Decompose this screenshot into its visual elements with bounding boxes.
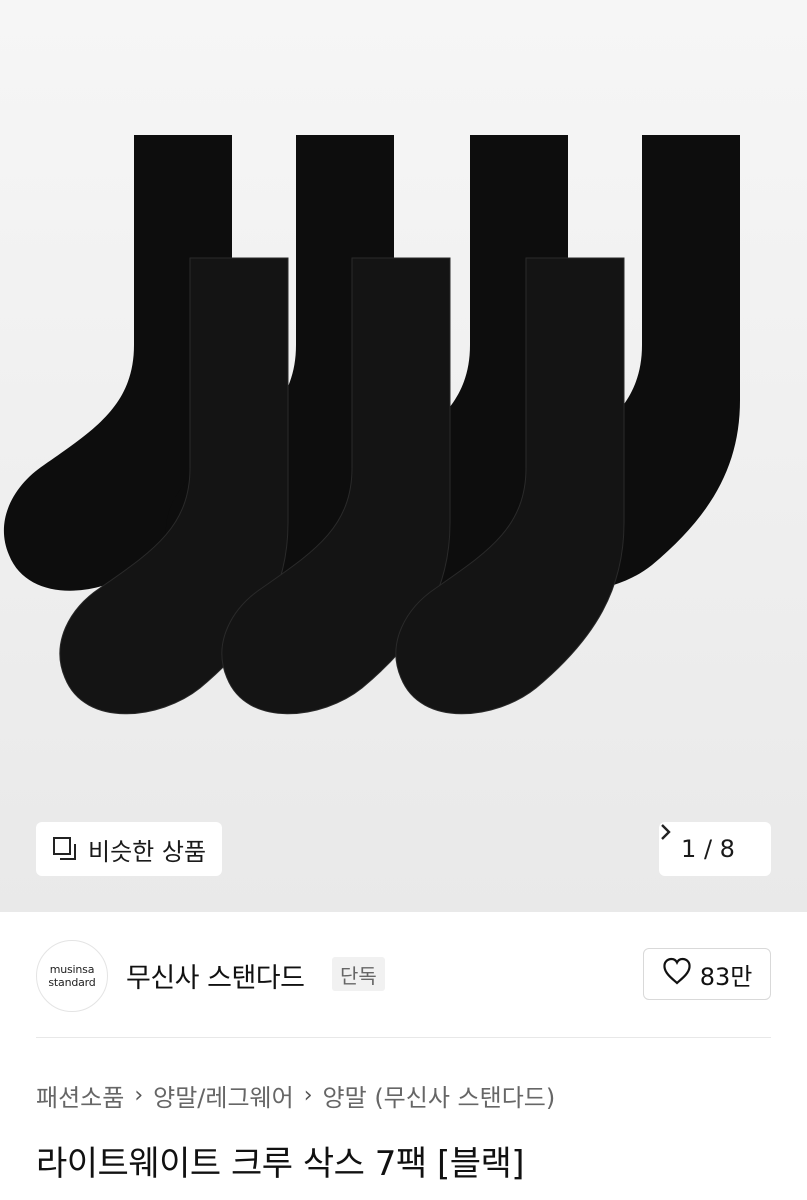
breadcrumb-item-socks-brand[interactable]: 양말 (무신사 스탠다드) [323,1078,556,1113]
exclusive-badge: 단독 [332,957,385,991]
product-title: 라이트웨이트 크루 삭스 7팩 [블랙] [36,1144,525,1184]
brand-name-link[interactable]: 무신사 스탠다드 [126,956,305,995]
divider [36,1037,771,1038]
brand-logo-line2: standard [48,976,96,989]
similar-products-icon [52,836,78,862]
brand-logo[interactable]: musinsa standard [36,940,108,1012]
brand-logo-line1: musinsa [49,963,95,976]
product-image [3,135,740,715]
chevron-right-icon: › [134,1083,144,1108]
product-image-gallery[interactable]: 비슷한 상품 1 / 8 [0,0,807,912]
breadcrumb: 패션소품 › 양말/레그웨어 › 양말 (무신사 스탠다드) [36,1078,555,1113]
brand-row: musinsa standard 무신사 스탠다드 단독 83만 [0,912,807,1037]
breadcrumb-item-fashion-accessories[interactable]: 패션소품 [36,1078,124,1113]
page-counter-text: 1 / 8 [681,835,735,863]
chevron-right-icon: › [303,1083,313,1108]
like-count: 83만 [699,962,753,991]
similar-products-button[interactable]: 비슷한 상품 [36,822,223,876]
image-page-counter[interactable]: 1 / 8 [659,822,771,876]
heart-icon [662,957,692,991]
breadcrumb-item-socks-legwear[interactable]: 양말/레그웨어 [153,1078,294,1113]
similar-products-label: 비슷한 상품 [88,837,207,866]
like-button[interactable]: 83만 [643,948,771,1000]
